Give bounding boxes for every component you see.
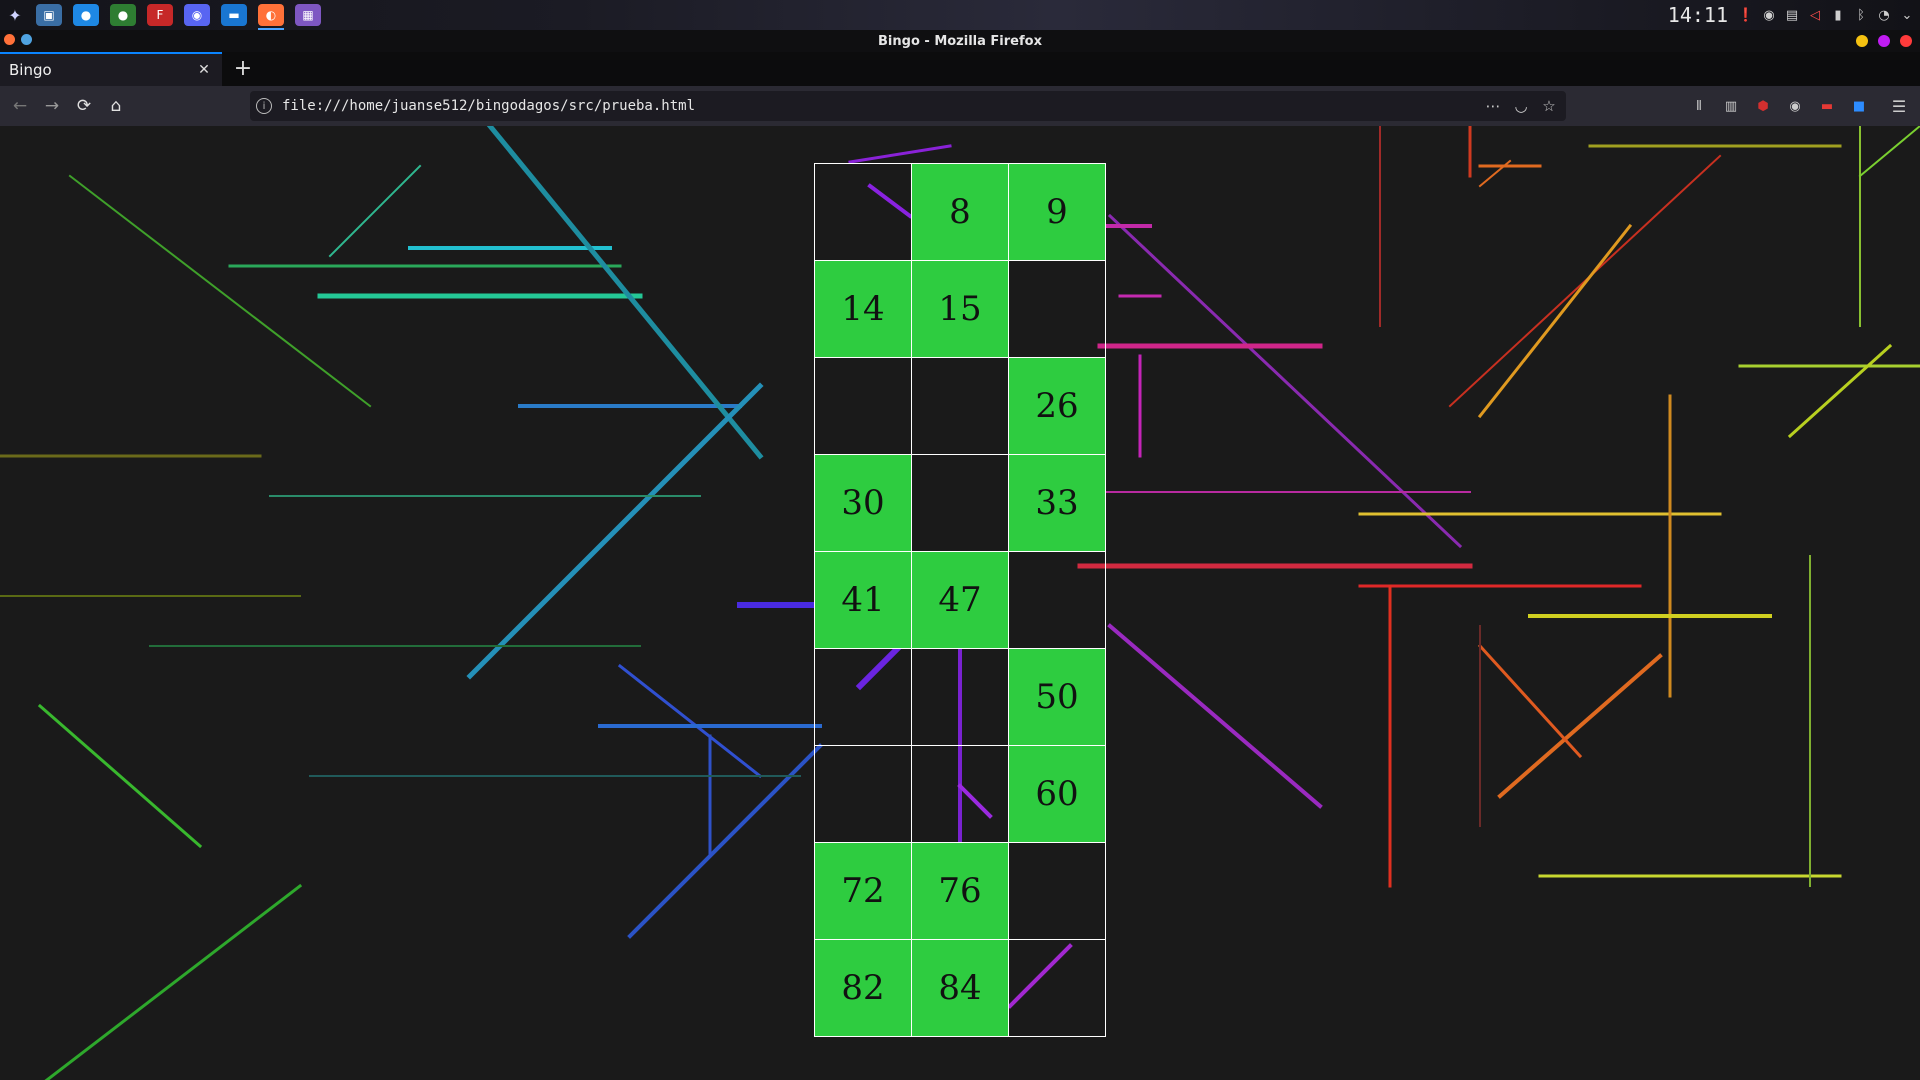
site-info-icon[interactable]: i <box>256 98 272 114</box>
bingo-cell[interactable] <box>1008 260 1106 358</box>
pocket-icon[interactable]: ◡ <box>1510 97 1532 115</box>
tab-bingo[interactable]: Bingo ✕ <box>0 52 222 86</box>
bingo-cell[interactable] <box>814 357 912 455</box>
bingo-cell[interactable] <box>911 357 1009 455</box>
navigation-bar: ← → ⟳ ⌂ i file:///home/juanse512/bingoda… <box>0 86 1920 126</box>
bingo-row: 50 <box>814 648 1106 746</box>
clock[interactable]: 14:11 <box>1668 3 1728 27</box>
bingo-cell[interactable]: 60 <box>1008 745 1106 843</box>
discord-icon[interactable]: ◉ <box>184 4 210 26</box>
bingo-cell[interactable] <box>1008 551 1106 649</box>
notification-icon[interactable]: ❗ <box>1738 7 1754 23</box>
chevron-down-icon[interactable]: ⌄ <box>1900 7 1914 23</box>
bingo-cell[interactable]: 8 <box>911 163 1009 261</box>
bingo-row: 72 76 <box>814 842 1106 940</box>
bingo-row: 14 15 <box>814 260 1106 358</box>
tab-strip: Bingo ✕ + <box>0 52 1920 86</box>
back-button[interactable]: ← <box>8 94 32 118</box>
bluetooth-icon[interactable]: ᛒ <box>1854 7 1868 23</box>
bingo-cell[interactable]: 26 <box>1008 357 1106 455</box>
taskbar: ✦ ▣ ● ● F ◉ ▬ ◐ ▦ 14:11 ❗ ◉ ▤ ◁ ▮ ᛒ ◔ ⌄ <box>0 0 1920 30</box>
bingo-card: 8 9 14 15 26 30 33 41 47 50 60 72 76 82 84 <box>814 163 1106 1037</box>
zoom-extension-icon[interactable]: ■ <box>1848 95 1870 117</box>
clipboard-icon[interactable]: ▤ <box>1785 7 1799 23</box>
bingo-cell[interactable] <box>911 648 1009 746</box>
battery-icon[interactable]: ▮ <box>1831 7 1845 23</box>
bingo-row: 60 <box>814 745 1106 843</box>
bingo-cell[interactable]: 84 <box>911 939 1009 1037</box>
krita-icon[interactable]: ● <box>73 4 99 26</box>
filezilla-icon[interactable]: F <box>147 4 173 26</box>
bingo-cell[interactable]: 9 <box>1008 163 1106 261</box>
bingo-cell[interactable]: 33 <box>1008 454 1106 552</box>
screenshot-tool-icon[interactable]: ▦ <box>295 4 321 26</box>
application-menu-icon[interactable]: ✦ <box>0 0 30 30</box>
window-title: Bingo - Mozilla Firefox <box>878 33 1042 49</box>
bingo-cell[interactable]: 50 <box>1008 648 1106 746</box>
close-button[interactable] <box>1900 35 1912 47</box>
maximize-button[interactable] <box>1878 35 1890 47</box>
bingo-cell[interactable]: 82 <box>814 939 912 1037</box>
page-actions-icon[interactable]: ⋯ <box>1482 97 1504 115</box>
reload-button[interactable]: ⟳ <box>72 94 96 118</box>
page-content: 8 9 14 15 26 30 33 41 47 50 60 72 76 82 84 <box>0 126 1920 1080</box>
account-icon[interactable]: ◉ <box>1784 95 1806 117</box>
url-bar[interactable]: i file:///home/juanse512/bingodagos/src/… <box>250 91 1566 121</box>
url-text[interactable]: file:///home/juanse512/bingodagos/src/pr… <box>282 98 1482 114</box>
bingo-row: 41 47 <box>814 551 1106 649</box>
bingo-cell[interactable]: 76 <box>911 842 1009 940</box>
bingo-row: 82 84 <box>814 939 1106 1037</box>
library-icon[interactable]: ⫴ <box>1688 95 1710 117</box>
bingo-cell[interactable]: 72 <box>814 842 912 940</box>
bingo-cell[interactable] <box>911 454 1009 552</box>
taskbar-apps: ▣ ● ● F ◉ ▬ ◐ ▦ <box>30 4 326 30</box>
bingo-cell[interactable]: 30 <box>814 454 912 552</box>
bingo-cell[interactable] <box>814 648 912 746</box>
menu-icon[interactable]: ☰ <box>1888 95 1910 117</box>
ublock-icon[interactable]: ⬢ <box>1752 95 1774 117</box>
file-manager-icon[interactable]: ▬ <box>221 4 247 26</box>
bingo-cell[interactable] <box>814 163 912 261</box>
bingo-cell[interactable] <box>814 745 912 843</box>
app-launcher-icon[interactable]: ▣ <box>36 4 62 26</box>
wifi-icon[interactable]: ◔ <box>1877 7 1891 23</box>
sidebar-icon[interactable]: ▥ <box>1720 95 1742 117</box>
bingo-cell[interactable] <box>911 745 1009 843</box>
window-titlebar: Bingo - Mozilla Firefox <box>0 30 1920 52</box>
extension-badge-icon[interactable]: ▬ <box>1816 95 1838 117</box>
discord-tray-icon[interactable]: ◉ <box>1762 7 1776 23</box>
firefox-icon[interactable]: ◐ <box>258 4 284 30</box>
tab-title: Bingo <box>9 61 52 79</box>
bingo-cell[interactable]: 47 <box>911 551 1009 649</box>
bingo-cell[interactable]: 15 <box>911 260 1009 358</box>
bingo-row: 30 33 <box>814 454 1106 552</box>
minimize-button[interactable] <box>1856 35 1868 47</box>
bookmark-star-icon[interactable]: ☆ <box>1538 97 1560 115</box>
pin-window-icon[interactable] <box>21 34 32 45</box>
firefox-window-icon <box>4 34 15 45</box>
bingo-cell[interactable]: 41 <box>814 551 912 649</box>
android-studio-icon[interactable]: ● <box>110 4 136 26</box>
forward-button[interactable]: → <box>40 94 64 118</box>
home-button[interactable]: ⌂ <box>104 94 128 118</box>
bingo-cell[interactable] <box>1008 939 1106 1037</box>
bingo-cell[interactable] <box>1008 842 1106 940</box>
volume-muted-icon[interactable]: ◁ <box>1808 7 1822 23</box>
bingo-row: 89 <box>814 163 1106 261</box>
bingo-cell[interactable]: 14 <box>814 260 912 358</box>
system-tray: 14:11 ❗ ◉ ▤ ◁ ▮ ᛒ ◔ ⌄ <box>1668 0 1914 30</box>
close-tab-icon[interactable]: ✕ <box>194 62 214 78</box>
new-tab-button[interactable]: + <box>232 56 254 82</box>
bingo-row: 26 <box>814 357 1106 455</box>
